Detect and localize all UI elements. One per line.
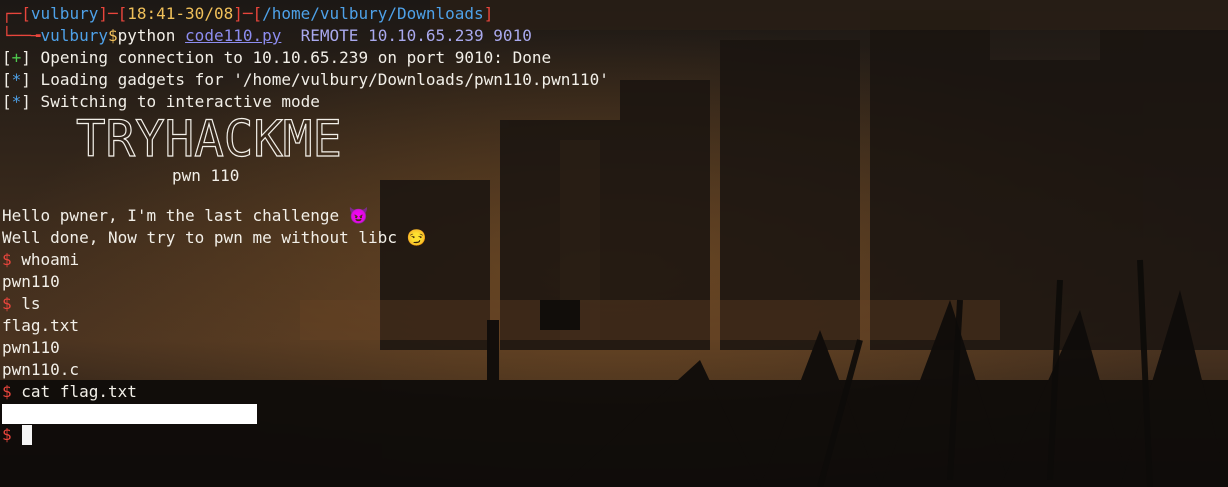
shell-prompt: $	[2, 294, 12, 313]
tryhackme-banner-art: TRYHACKME	[76, 114, 343, 162]
active-prompt-line[interactable]: $	[2, 424, 1226, 446]
shell-prompt: $	[2, 425, 12, 444]
output-text: Switching to interactive mode	[30, 92, 320, 111]
script-link[interactable]: code110.py	[185, 26, 281, 45]
file-entry: pwn110	[2, 338, 60, 357]
shell-command-line: $ whoami	[2, 249, 1226, 271]
file-entry: pwn110.c	[2, 360, 80, 379]
status-tag: +	[11, 48, 22, 67]
prompt-cwd: /home/vulbury/Downloads	[262, 4, 484, 23]
command-name: python	[117, 26, 176, 45]
ascii-banner: TRYHACKME pwn 110	[2, 113, 1226, 185]
status-tag: *	[11, 92, 22, 111]
output-line: [+] Opening connection to 10.10.65.239 o…	[2, 48, 552, 67]
output-text: Loading gadgets for '/home/vulbury/Downl…	[30, 70, 609, 89]
prompt-header-line: ┌─[vulbury]─[18:41-30/08]─[/home/vulbury…	[2, 4, 494, 23]
status-tag: *	[11, 70, 22, 89]
banner-title: TRYHACKME	[76, 114, 342, 162]
shell-output: pwn110	[2, 272, 60, 291]
command-args: REMOTE 10.10.65.239 9010	[300, 26, 532, 45]
output-line: [*] Loading gadgets for '/home/vulbury/D…	[2, 70, 609, 89]
shell-prompt: $	[2, 250, 12, 269]
prompt-user: vulbury	[30, 4, 99, 23]
output-text: Opening connection to 10.10.65.239 on po…	[30, 48, 552, 67]
greeting-line: Well done, Now try to pwn me without lib…	[2, 228, 427, 247]
shell-command: whoami	[21, 250, 80, 269]
shell-command: cat flag.txt	[21, 382, 137, 401]
shell-prompt: $	[2, 382, 12, 401]
redacted-flag-box	[2, 404, 257, 424]
greeting-line: Hello pwner, I'm the last challenge 😈	[2, 206, 369, 225]
prompt-user-2: vulbury	[40, 26, 108, 45]
file-entry: flag.txt	[2, 316, 80, 335]
terminal-window[interactable]: ┌─[vulbury]─[18:41-30/08]─[/home/vulbury…	[2, 3, 1226, 446]
output-line: [*] Switching to interactive mode	[2, 92, 320, 111]
command-line: └──╼vulbury$python code110.py REMOTE 10.…	[2, 26, 532, 45]
prompt-symbol: $	[107, 26, 118, 45]
shell-command: ls	[21, 294, 41, 313]
shell-command-line: $ cat flag.txt	[2, 381, 1226, 403]
prompt-time: 18:41-30/08	[127, 4, 234, 23]
banner-subtitle: pwn 110	[172, 166, 240, 185]
terminal-cursor[interactable]	[21, 425, 32, 445]
shell-command-line: $ ls	[2, 293, 1226, 315]
